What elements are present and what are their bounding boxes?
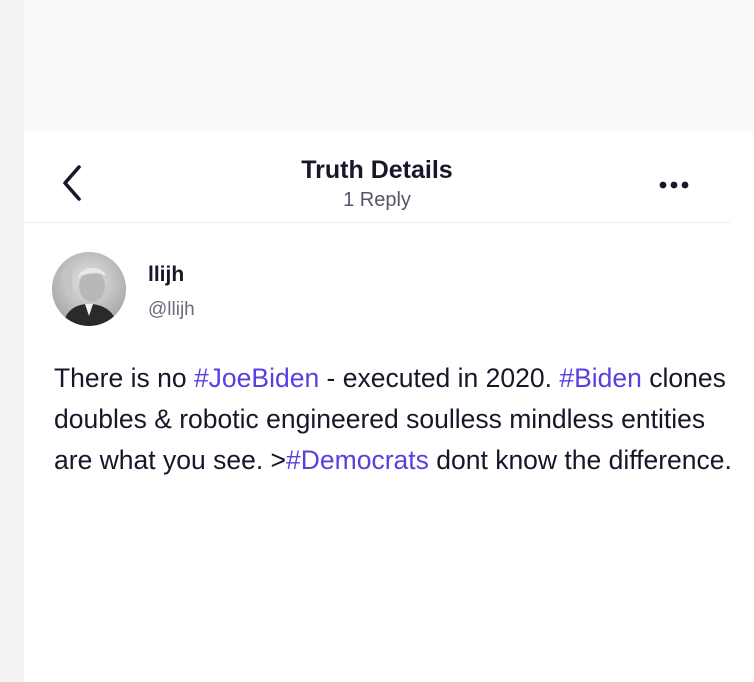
- post-text: dont know the difference.: [428, 445, 732, 475]
- reply-count: 1 Reply: [343, 189, 411, 211]
- author-handle[interactable]: @llijh: [148, 298, 195, 322]
- more-options-button[interactable]: [652, 170, 696, 200]
- avatar[interactable]: [52, 252, 126, 326]
- hashtag-link[interactable]: #Democrats: [286, 445, 429, 475]
- hashtag-link[interactable]: #JoeBiden: [194, 363, 319, 393]
- hashtag-link[interactable]: #Biden: [559, 363, 642, 393]
- post-text: There is no: [54, 363, 194, 393]
- chevron-left-icon: [63, 165, 81, 201]
- top-blank-area: [24, 0, 754, 132]
- post-text: - executed in 2020.: [319, 363, 552, 393]
- back-button[interactable]: [50, 160, 94, 206]
- more-horizontal-icon: [659, 181, 689, 189]
- header-titles: Truth Details 1 Reply: [200, 155, 554, 213]
- header-divider: [24, 222, 730, 223]
- post-body: There is no #JoeBiden - executed in 2020…: [54, 358, 734, 481]
- avatar-image: [52, 252, 126, 326]
- page-title: Truth Details: [301, 156, 453, 184]
- left-margin: [0, 0, 24, 682]
- author-name[interactable]: llijh: [148, 262, 184, 288]
